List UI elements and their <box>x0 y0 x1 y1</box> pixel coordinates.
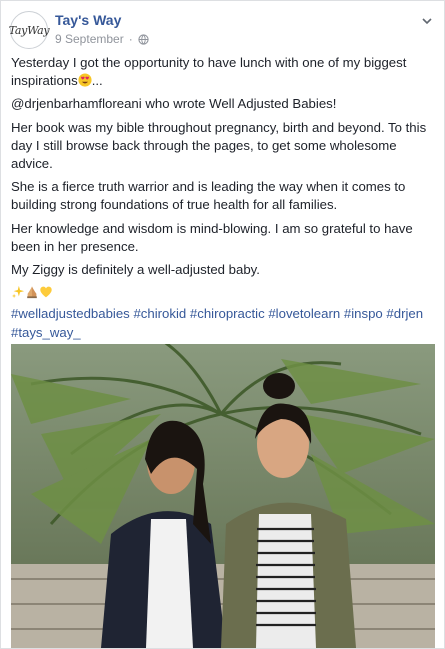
post-paragraph: My Ziggy is definitely a well-adjusted b… <box>11 262 260 278</box>
praying-hands-emoji-icon <box>27 286 37 299</box>
yellow-heart-emoji-icon <box>40 286 52 298</box>
hashtag-line: #welladjustedbabies #chirokid #chiroprac… <box>11 305 434 341</box>
hashtag-link[interactable]: #welladjustedbabies <box>11 306 130 321</box>
meta-separator: · <box>128 32 133 46</box>
page-name-link[interactable]: Tay's Way <box>55 12 121 28</box>
post-paragraph: Yesterday I got the opportunity to have … <box>11 55 407 89</box>
emoji-line <box>11 284 434 302</box>
sparkles-emoji-icon <box>11 286 25 299</box>
hashtag-link[interactable]: #lovetolearn <box>268 306 340 321</box>
globe-icon[interactable] <box>138 33 149 45</box>
hashtag-link[interactable]: #tays_way_ <box>11 325 81 340</box>
heart-eyes-emoji-icon <box>78 73 92 87</box>
post-paragraph: She is a fierce truth warrior and is lea… <box>11 179 406 213</box>
avatar-logo-text: TayWay <box>8 23 50 37</box>
post-paragraph: Her book was my bible throughout pregnan… <box>11 119 427 172</box>
post-meta: 9 September · <box>55 32 149 46</box>
hashtag-link[interactable]: #chiropractic <box>190 306 265 321</box>
hashtag-link[interactable]: #drjen <box>386 306 423 321</box>
post-date-link[interactable]: 9 September <box>55 32 124 46</box>
post-header: TayWay Tay's Way 9 September · <box>8 9 435 49</box>
avatar[interactable]: TayWay <box>8 11 50 49</box>
post-card: TayWay Tay's Way 9 September · Yesterday… <box>0 0 445 649</box>
post-body: Yesterday I got the opportunity to have … <box>11 54 434 347</box>
hashtag-link[interactable]: #chirokid <box>133 306 186 321</box>
post-photo[interactable] <box>11 344 435 648</box>
post-paragraph: @drjenbarhamfloreani who wrote Well Adju… <box>11 96 337 112</box>
post-paragraph: Her knowledge and wisdom is mind-blowing… <box>11 220 413 254</box>
hashtag-link[interactable]: #inspo <box>344 306 383 321</box>
chevron-down-icon[interactable] <box>419 13 435 29</box>
